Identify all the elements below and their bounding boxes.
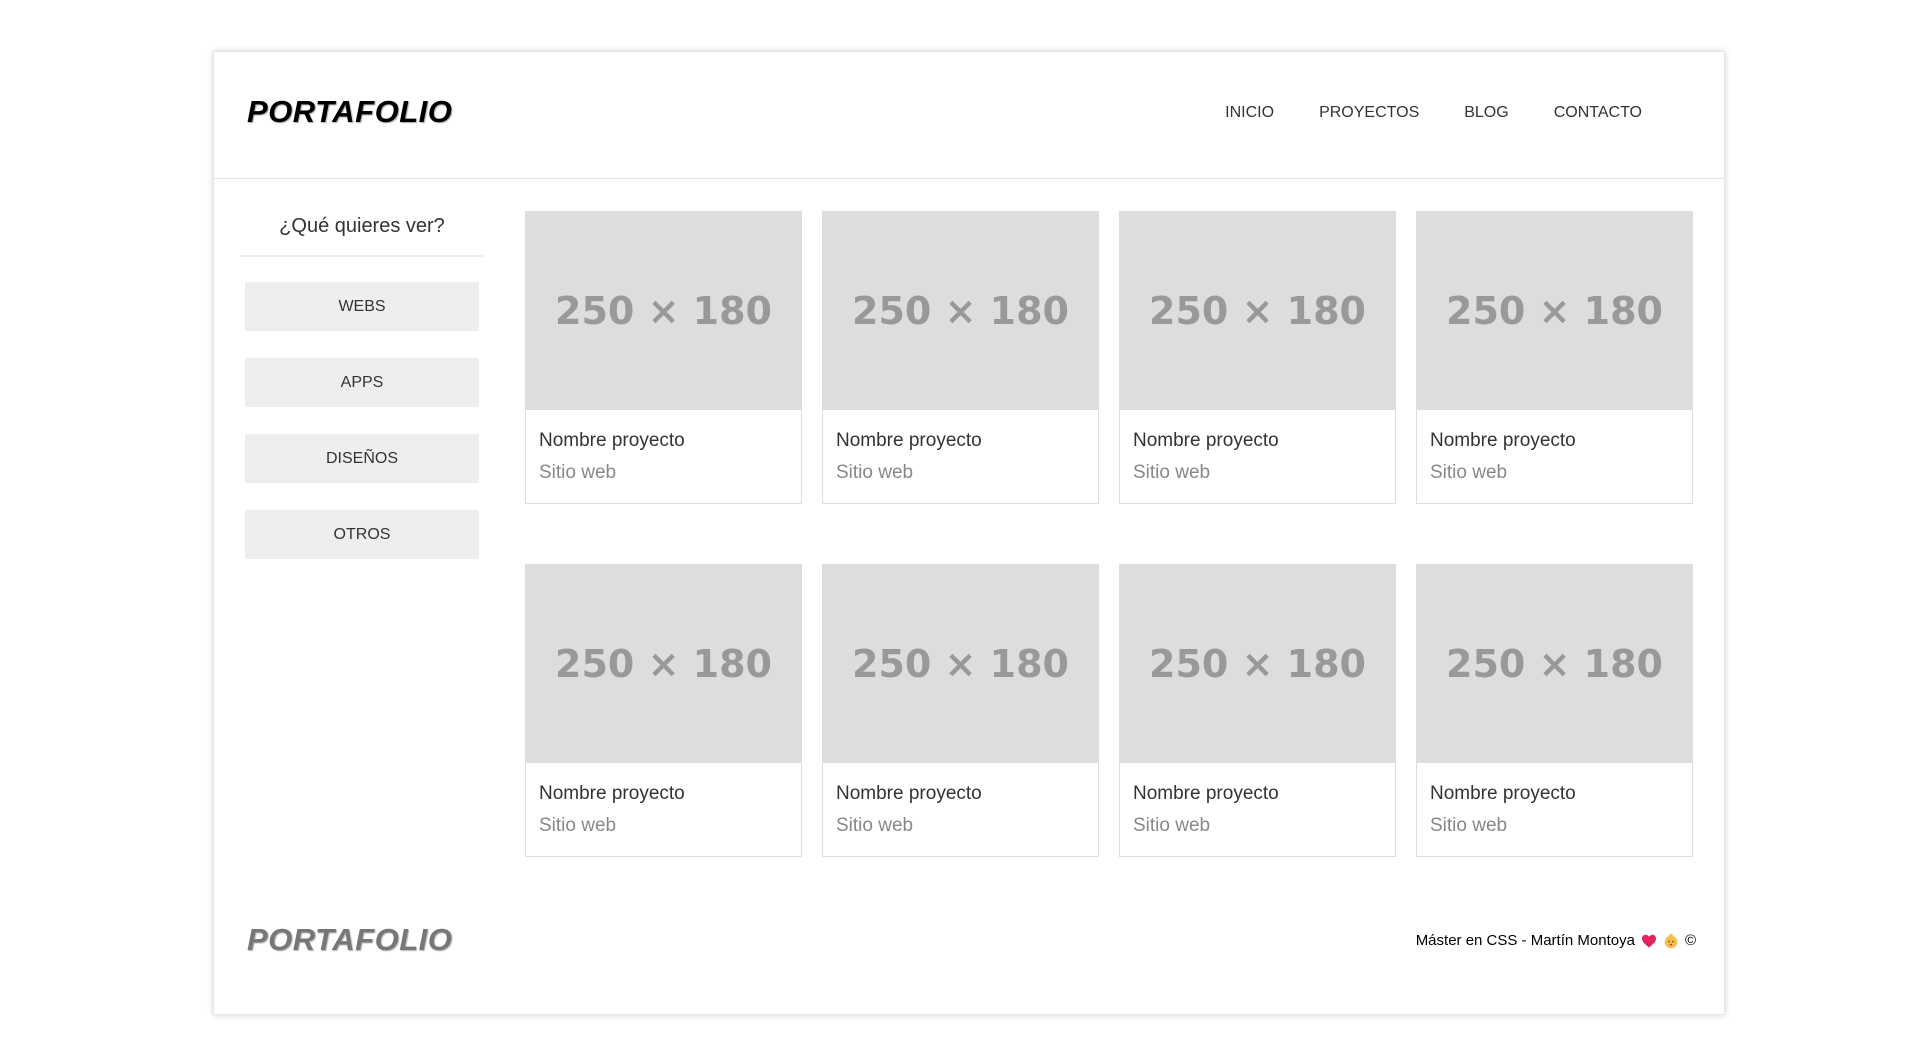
project-card[interactable]: 250 × 180 Nombre proyecto Sitio web <box>1119 564 1396 857</box>
project-title: Nombre proyecto <box>1133 783 1279 804</box>
sidebar-title: ¿Qué quieres ver? <box>240 215 484 257</box>
project-type: Sitio web <box>1430 815 1508 836</box>
footer-logo: PORTAFOLIO <box>247 922 453 957</box>
heart-icon <box>1641 934 1656 947</box>
project-card[interactable]: 250 × 180 Nombre proyecto Sitio web <box>822 564 1099 857</box>
nav-item-inicio[interactable]: INICIO <box>1225 104 1274 122</box>
nav-item-blog[interactable]: BLOG <box>1464 104 1508 122</box>
filter-list: WEBS APPS DISEÑOS OTROS <box>240 282 484 559</box>
filter-button-webs[interactable]: WEBS <box>245 282 479 331</box>
project-thumbnail[interactable]: 250 × 180 <box>1417 212 1692 410</box>
footer-credit: Máster en CSS - Martín Montoya © <box>1416 932 1696 949</box>
project-title: Nombre proyecto <box>539 430 685 451</box>
project-thumbnail[interactable]: 250 × 180 <box>526 212 801 410</box>
project-thumbnail[interactable]: 250 × 180 <box>1417 565 1692 763</box>
nav-item-contacto[interactable]: CONTACTO <box>1554 104 1642 122</box>
credit-text: Máster en CSS - Martín Montoya <box>1415 932 1635 949</box>
project-thumbnail[interactable]: 250 × 180 <box>1120 565 1395 763</box>
project-card[interactable]: 250 × 180 Nombre proyecto Sitio web <box>1416 564 1693 857</box>
project-thumbnail[interactable]: 250 × 180 <box>823 212 1098 410</box>
project-thumbnail[interactable]: 250 × 180 <box>526 565 801 763</box>
filter-button-disenos[interactable]: DISEÑOS <box>245 434 479 483</box>
project-type: Sitio web <box>1133 462 1211 483</box>
project-info: Nombre proyecto Sitio web <box>1120 410 1395 484</box>
project-type: Sitio web <box>836 815 914 836</box>
project-thumbnail[interactable]: 250 × 180 <box>1120 212 1395 410</box>
project-title: Nombre proyecto <box>1133 430 1279 451</box>
filter-button-otros[interactable]: OTROS <box>245 510 479 559</box>
project-info: Nombre proyecto Sitio web <box>823 763 1098 837</box>
sidebar: ¿Qué quieres ver? WEBS APPS DISEÑOS OTRO… <box>240 215 484 586</box>
nav-item-proyectos[interactable]: PROYECTOS <box>1319 104 1419 122</box>
project-card[interactable]: 250 × 180 Nombre proyecto Sitio web <box>1119 211 1396 504</box>
project-info: Nombre proyecto Sitio web <box>1120 763 1395 837</box>
project-type: Sitio web <box>836 462 914 483</box>
main-nav: INICIO PROYECTOS BLOG CONTACTO <box>1225 104 1642 122</box>
filter-button-apps[interactable]: APPS <box>245 358 479 407</box>
project-title: Nombre proyecto <box>1430 430 1576 451</box>
project-thumbnail[interactable]: 250 × 180 <box>823 565 1098 763</box>
project-type: Sitio web <box>1133 815 1211 836</box>
project-title: Nombre proyecto <box>1430 783 1576 804</box>
project-card[interactable]: 250 × 180 Nombre proyecto Sitio web <box>525 564 802 857</box>
project-info: Nombre proyecto Sitio web <box>1417 763 1692 837</box>
project-title: Nombre proyecto <box>539 783 685 804</box>
project-card[interactable]: 250 × 180 Nombre proyecto Sitio web <box>525 211 802 504</box>
footer: PORTAFOLIO Máster en CSS - Martín Montoy… <box>214 922 1724 972</box>
project-card[interactable]: 250 × 180 Nombre proyecto Sitio web <box>822 211 1099 504</box>
project-title: Nombre proyecto <box>836 783 982 804</box>
baby-icon <box>1664 933 1678 948</box>
project-type: Sitio web <box>1430 462 1508 483</box>
project-title: Nombre proyecto <box>836 430 982 451</box>
project-info: Nombre proyecto Sitio web <box>1417 410 1692 484</box>
page-container: PORTAFOLIO INICIO PROYECTOS BLOG CONTACT… <box>213 51 1725 1015</box>
header: PORTAFOLIO INICIO PROYECTOS BLOG CONTACT… <box>214 52 1724 179</box>
site-logo[interactable]: PORTAFOLIO <box>247 94 452 130</box>
project-type: Sitio web <box>539 462 617 483</box>
projects-grid: 250 × 180 Nombre proyecto Sitio web 250 … <box>525 211 1695 857</box>
copyright-symbol: © <box>1684 932 1696 949</box>
project-info: Nombre proyecto Sitio web <box>526 410 801 484</box>
project-info: Nombre proyecto Sitio web <box>526 763 801 837</box>
project-info: Nombre proyecto Sitio web <box>823 410 1098 484</box>
project-card[interactable]: 250 × 180 Nombre proyecto Sitio web <box>1416 211 1693 504</box>
project-type: Sitio web <box>539 815 617 836</box>
